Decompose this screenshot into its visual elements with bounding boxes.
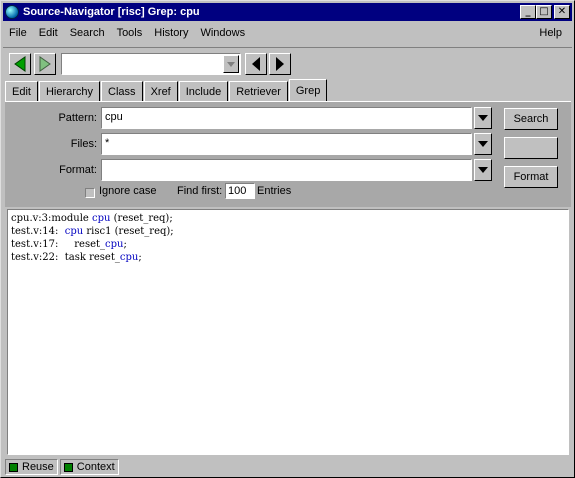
tab-edit[interactable]: Edit [5, 81, 38, 101]
result-prefix: test.v:22: task reset_ [11, 252, 120, 263]
result-suffix: (reset_req); [110, 213, 173, 224]
result-match: cpu [64, 226, 84, 237]
menu-edit-label: Edit [38, 27, 58, 39]
tab-label: Class [108, 85, 136, 98]
find-first-label: Find first: [177, 185, 223, 197]
find-first-input[interactable]: 100 [225, 183, 255, 199]
grep-results-list[interactable]: cpu.v:3:module cpu (reset_req); test.v:14… [7, 209, 569, 455]
search-button[interactable]: Search [504, 108, 558, 130]
chevron-down-icon [227, 61, 235, 67]
menu-edit[interactable]: Edit [33, 27, 64, 39]
reuse-indicator-icon [9, 462, 18, 472]
grep-panel: Pattern: cpu Files: * Format: Ignore cas… [5, 101, 571, 207]
close-button[interactable]: ✕ [554, 5, 570, 19]
tab-hierarchy[interactable]: Hierarchy [38, 81, 101, 101]
toolbar [3, 47, 572, 77]
menu-tools-label: Tools [116, 27, 143, 39]
status-bar: Reuse Context [5, 458, 571, 476]
tab-strip: Edit Hierarchy Class Xref Include Retriever Gr… [5, 79, 571, 101]
result-match: cpu [119, 252, 139, 263]
reuse-toggle[interactable]: Reuse [5, 459, 58, 475]
green-forward-arrow-icon [39, 56, 51, 72]
menu-windows-label: Windows [200, 27, 246, 39]
result-prefix: test.v:14: [11, 226, 65, 237]
arrow-right-icon [276, 57, 284, 71]
history-back-button[interactable] [9, 53, 31, 75]
result-match: cpu [92, 213, 111, 224]
green-back-arrow-icon [14, 56, 26, 72]
main-window: Source-Navigator [risc] Grep: cpu _ □ ✕ … [0, 0, 575, 478]
tab-grep[interactable]: Grep [288, 79, 328, 101]
entries-label: Entries [257, 185, 292, 197]
tab-label: Include [185, 85, 222, 98]
result-line[interactable]: test.v:17: reset_cpu; [11, 238, 565, 251]
ignore-case-checkbox[interactable] [85, 188, 95, 198]
format-dropdown-button[interactable] [474, 159, 492, 181]
menu-search-label: Search [69, 27, 105, 39]
maximize-icon: □ [539, 6, 549, 17]
menu-help[interactable]: Help [533, 27, 568, 39]
menu-bar: File Edit Search Tools History Windows H… [3, 23, 572, 43]
result-suffix: ; [123, 239, 127, 250]
nav-back-button[interactable] [245, 53, 267, 75]
tab-class[interactable]: Class [101, 81, 143, 101]
format-label: Format: [59, 164, 97, 176]
symbol-combo[interactable] [61, 53, 241, 75]
menu-windows[interactable]: Windows [194, 27, 251, 39]
menu-history-label: History [154, 27, 189, 39]
close-icon: ✕ [557, 6, 567, 17]
combo-dropdown-button[interactable] [223, 55, 239, 73]
pattern-label: Pattern: [58, 112, 97, 124]
context-label: Context [76, 461, 115, 473]
result-match: cpu [105, 239, 124, 250]
menu-file-label: File [9, 27, 27, 39]
result-line[interactable]: test.v:22: task reset_cpu; [11, 251, 565, 264]
context-indicator-icon [63, 462, 73, 472]
nav-forward-button[interactable] [269, 53, 291, 75]
tab-retriever[interactable]: Retriever [229, 81, 288, 101]
result-prefix: test.v:17: reset_ [11, 239, 106, 250]
menu-tools[interactable]: Tools [111, 27, 149, 39]
blank-button[interactable] [504, 137, 558, 159]
menu-help-label: Help [539, 27, 562, 39]
format-button-label: Format [513, 171, 549, 183]
files-dropdown-button[interactable] [474, 133, 492, 155]
files-input[interactable]: * [101, 133, 472, 155]
search-button-label: Search [513, 113, 549, 125]
menu-history[interactable]: History [148, 27, 194, 39]
tab-xref[interactable]: Xref [143, 81, 178, 101]
format-button[interactable]: Format [504, 166, 558, 188]
reuse-label: Reuse [22, 461, 54, 473]
app-icon[interactable] [5, 5, 19, 19]
chevron-down-icon [478, 167, 488, 173]
menu-file[interactable]: File [3, 27, 33, 39]
files-label: Files: [70, 138, 97, 150]
tab-label: Grep [295, 84, 321, 97]
tab-label: Edit [12, 85, 31, 98]
history-forward-button[interactable] [34, 53, 56, 75]
tab-include[interactable]: Include [178, 81, 229, 101]
chevron-down-icon [478, 141, 488, 147]
minimize-button[interactable]: _ [520, 5, 536, 19]
result-prefix: cpu.v:3:module [11, 213, 93, 224]
chevron-down-icon [478, 115, 488, 121]
title-bar[interactable]: Source-Navigator [risc] Grep: cpu _ □ ✕ [3, 3, 572, 21]
pattern-dropdown-button[interactable] [474, 107, 492, 129]
result-suffix: risc1 (reset_req); [83, 226, 174, 237]
window-title: Source-Navigator [risc] Grep: cpu [23, 6, 200, 18]
format-input[interactable] [101, 159, 472, 181]
arrow-left-icon [252, 57, 260, 71]
minimize-icon: _ [525, 6, 531, 17]
menu-search[interactable]: Search [64, 27, 111, 39]
maximize-button[interactable]: □ [536, 5, 552, 19]
context-toggle[interactable]: Context [59, 459, 119, 475]
ignore-case-label[interactable]: Ignore case [99, 185, 156, 197]
result-line[interactable]: test.v:14: cpu risc1 (reset_req); [11, 225, 565, 238]
pattern-input[interactable]: cpu [101, 107, 472, 129]
tab-label: Retriever [236, 85, 281, 98]
result-line[interactable]: cpu.v:3:module cpu (reset_req); [11, 212, 565, 225]
tab-label: Hierarchy [45, 85, 94, 98]
result-suffix: ; [138, 252, 142, 263]
tab-label: Xref [150, 85, 171, 98]
